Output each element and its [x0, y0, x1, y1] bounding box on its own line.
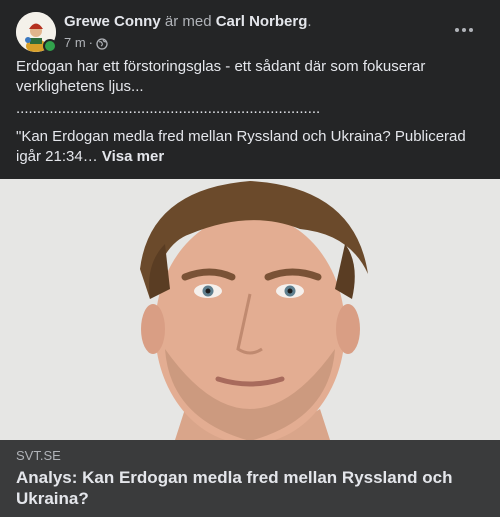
tagged-person-link[interactable]: Carl Norberg — [216, 13, 308, 30]
author-avatar[interactable] — [16, 12, 57, 53]
see-more-link[interactable]: Visa mer — [102, 148, 164, 165]
post-body: Erdogan har ett förstoringsglas - ett så… — [16, 57, 486, 167]
post-text-line: Erdogan har ett förstoringsglas - ett så… — [16, 58, 426, 95]
quote-text: "Kan Erdogan medla fred mellan Ryssland … — [16, 127, 486, 167]
dotted-divider-text: ........................................… — [16, 100, 321, 117]
globe-icon[interactable] — [96, 37, 108, 50]
author-name-link[interactable]: Grewe Conny — [64, 13, 161, 30]
is-with-text: är med — [164, 13, 212, 30]
author-line: Grewe Conny är med Carl Norberg. — [64, 12, 312, 31]
portrait-photo — [0, 179, 500, 440]
facebook-post: Grewe Conny är med Carl Norberg. 7 m · E… — [0, 0, 500, 517]
post-meta: 7 m · — [64, 34, 312, 51]
link-domain: SVT.SE — [16, 448, 61, 463]
post-header: Grewe Conny är med Carl Norberg. 7 m · — [16, 12, 484, 53]
timestamp-link[interactable]: 7 m — [64, 34, 86, 51]
header-text: Grewe Conny är med Carl Norberg. 7 m · — [64, 12, 312, 51]
trailing-period: . — [307, 13, 312, 30]
link-preview-image[interactable] — [0, 179, 500, 440]
quote-content: "Kan Erdogan medla fred mellan Ryssland … — [16, 128, 466, 165]
more-horizontal-icon — [455, 28, 473, 32]
more-options-button[interactable] — [452, 18, 476, 42]
link-title[interactable]: Analys: Kan Erdogan medla fred mellan Ry… — [16, 467, 484, 509]
online-status-dot — [43, 39, 57, 53]
link-preview-footer[interactable]: SVT.SE Analys: Kan Erdogan medla fred me… — [0, 440, 500, 517]
meta-separator: · — [88, 35, 94, 50]
